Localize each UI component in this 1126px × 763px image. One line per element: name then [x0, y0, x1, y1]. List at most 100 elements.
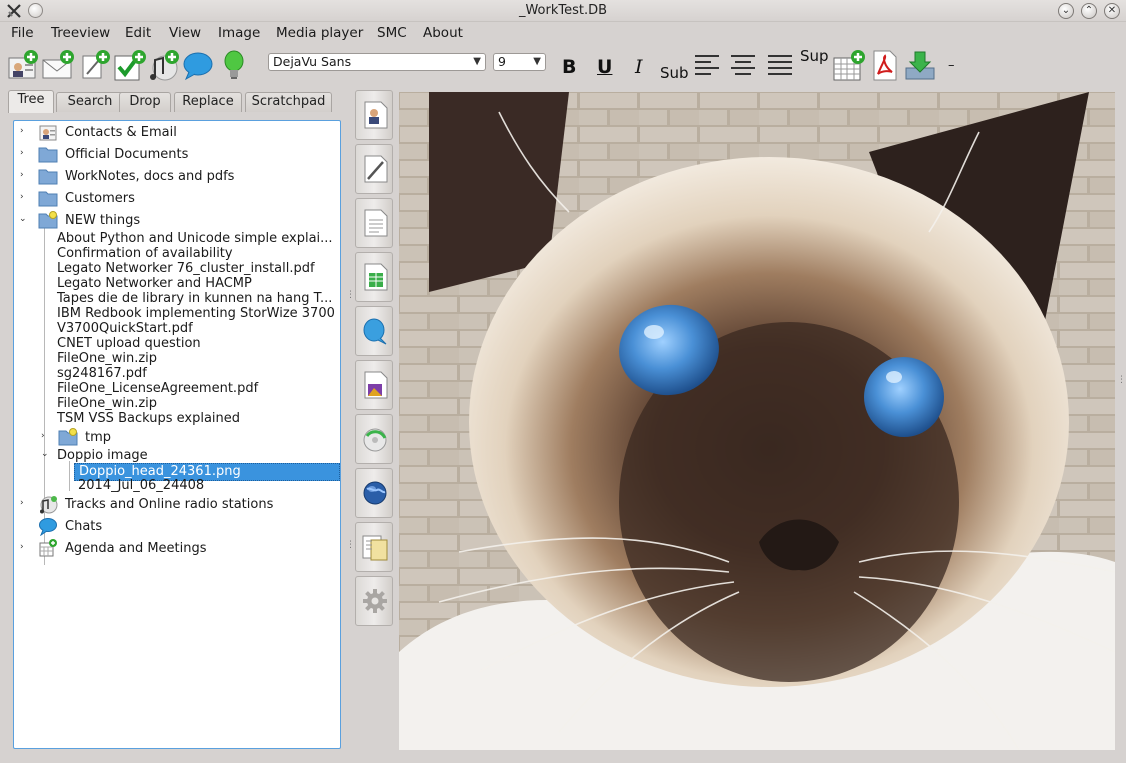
bold-button[interactable]: B	[562, 56, 576, 78]
menu-smc[interactable]: SMC	[377, 25, 407, 41]
tree-item[interactable]: sg248167.pdf	[14, 366, 340, 382]
menu-image[interactable]: Image	[218, 25, 260, 41]
tree-item[interactable]: Confirmation of availability	[14, 246, 340, 262]
tree-item-label: Legato Networker and HACMP	[57, 276, 252, 291]
tree-view[interactable]: › Contacts & Email › Official Documents …	[13, 120, 341, 749]
settings-button[interactable]	[355, 576, 393, 626]
splitter-handle[interactable]: ⋮	[1117, 375, 1126, 385]
chevron-right-icon[interactable]: ›	[20, 148, 28, 158]
insert-table-icon[interactable]	[832, 48, 866, 82]
tab-scratchpad[interactable]: Scratchpad	[245, 92, 332, 112]
chat-bubble-icon[interactable]	[181, 48, 215, 82]
add-task-icon[interactable]	[113, 48, 147, 82]
tree-item-label: 2014_Jul_06_24408	[78, 478, 205, 493]
chevron-right-icon[interactable]: ›	[20, 498, 28, 508]
tree-node-chats[interactable]: Chats	[14, 518, 334, 536]
tree-item[interactable]: Tapes die de library in kunnen na hang T…	[14, 291, 340, 307]
italic-button[interactable]: I	[635, 56, 643, 78]
tree-node-tracks[interactable]: › Tracks and Online radio stations	[14, 496, 334, 514]
menu-edit[interactable]: Edit	[125, 25, 151, 41]
menu-about[interactable]: About	[423, 25, 463, 41]
folder-icon	[38, 169, 58, 185]
tree-item-selected[interactable]: Doppio_head_24361.png	[14, 463, 340, 481]
tree-item[interactable]: Legato Networker and HACMP	[14, 276, 340, 292]
contact-card-icon	[39, 125, 57, 141]
chevron-right-icon[interactable]: ›	[41, 431, 49, 441]
contact-card-button[interactable]	[355, 90, 393, 140]
superscript-button[interactable]: Sup	[800, 47, 829, 65]
tree-node-new-things[interactable]: ⌄ NEW things	[14, 211, 334, 229]
folder-star-icon	[58, 428, 78, 446]
image-file-icon	[364, 371, 388, 399]
font-size-select[interactable]: 9 ▼	[493, 53, 546, 71]
spreadsheet-button[interactable]	[355, 252, 393, 302]
align-justify-icon[interactable]	[768, 52, 794, 78]
disc-icon	[363, 428, 387, 452]
edit-note-button[interactable]	[355, 144, 393, 194]
add-contact-icon[interactable]	[6, 48, 40, 82]
tree-node-doppio-image[interactable]: ⌄ Doppio image	[14, 448, 334, 464]
image-viewer[interactable]	[399, 92, 1115, 750]
tree-node-agenda[interactable]: › Agenda and Meetings	[14, 539, 334, 557]
tree-item[interactable]: CNET upload question	[14, 336, 340, 352]
tree-node-contacts[interactable]: › Contacts & Email	[14, 125, 334, 141]
disc-button[interactable]	[355, 414, 393, 464]
splitter-handle[interactable]: ⋮	[346, 290, 355, 300]
splitter-handle[interactable]: ⋮	[346, 540, 355, 550]
tree-item[interactable]: IBM Redbook implementing StorWize 3700	[14, 306, 340, 322]
tree-item-label: CNET upload question	[57, 336, 201, 351]
tree-item[interactable]: FileOne_win.zip	[14, 351, 340, 367]
tree-item[interactable]: FileOne_LicenseAgreement.pdf	[14, 381, 340, 397]
chat-icon	[363, 318, 387, 345]
tab-replace[interactable]: Replace	[174, 92, 242, 112]
subscript-button[interactable]: Sub	[660, 64, 689, 82]
tree-item[interactable]: Legato Networker 76_cluster_install.pdf	[14, 261, 340, 277]
menu-view[interactable]: View	[169, 25, 201, 41]
tree-node-customers[interactable]: › Customers	[14, 191, 334, 207]
download-icon[interactable]	[903, 48, 937, 82]
lightbulb-icon[interactable]	[217, 48, 251, 82]
close-button[interactable]: ✕	[1104, 3, 1120, 19]
tree-item[interactable]: FileOne_win.zip	[14, 396, 340, 412]
menu-treeview[interactable]: Treeview	[51, 25, 110, 41]
menu-file[interactable]: File	[11, 25, 34, 41]
document-icon	[364, 209, 388, 237]
menu-media-player[interactable]: Media player	[276, 25, 363, 41]
globe-button[interactable]	[355, 468, 393, 518]
tree-node-official-documents[interactable]: › Official Documents	[14, 147, 334, 163]
tree-item[interactable]: V3700QuickStart.pdf	[14, 321, 340, 337]
folder-files-icon	[362, 535, 388, 561]
chevron-down-icon[interactable]: ⌄	[19, 214, 27, 224]
toolbar-extension[interactable]: –	[948, 58, 955, 73]
tab-drop[interactable]: Drop	[119, 92, 171, 112]
add-note-icon[interactable]	[79, 48, 113, 82]
tree-item[interactable]: TSM VSS Backups explained	[14, 411, 340, 427]
chevron-down-icon[interactable]: ⌄	[41, 449, 49, 459]
document-button[interactable]	[355, 198, 393, 248]
font-family-select[interactable]: DejaVu Sans ▼	[268, 53, 486, 71]
folder-files-button[interactable]	[355, 522, 393, 572]
maximize-button[interactable]: ⌃	[1081, 3, 1097, 19]
add-email-icon[interactable]	[41, 48, 75, 82]
underline-button[interactable]: U	[597, 56, 612, 78]
align-left-icon[interactable]	[695, 52, 721, 78]
chevron-right-icon[interactable]: ›	[20, 192, 28, 202]
chat-button[interactable]	[355, 306, 393, 356]
chevron-down-icon: ▼	[533, 56, 541, 67]
align-center-icon[interactable]	[731, 52, 757, 78]
add-music-icon[interactable]	[147, 48, 181, 82]
tree-item[interactable]: 2014_Jul_06_24408	[14, 478, 340, 494]
tree-item[interactable]: About Python and Unicode simple explai..…	[14, 231, 340, 247]
pdf-export-icon[interactable]	[868, 48, 902, 82]
minimize-button[interactable]: ⌄	[1058, 3, 1074, 19]
tree-node-worknotes[interactable]: › WorkNotes, docs and pdfs	[14, 169, 334, 185]
settings-gear-icon	[363, 589, 387, 613]
chevron-right-icon[interactable]: ›	[20, 126, 28, 136]
tab-tree[interactable]: Tree	[8, 90, 54, 113]
tree-node-tmp[interactable]: › tmp	[14, 428, 334, 446]
image-file-button[interactable]	[355, 360, 393, 410]
chevron-right-icon[interactable]: ›	[20, 170, 28, 180]
contact-card-icon	[364, 101, 388, 129]
tab-search[interactable]: Search	[56, 92, 124, 112]
chevron-right-icon[interactable]: ›	[20, 542, 28, 552]
